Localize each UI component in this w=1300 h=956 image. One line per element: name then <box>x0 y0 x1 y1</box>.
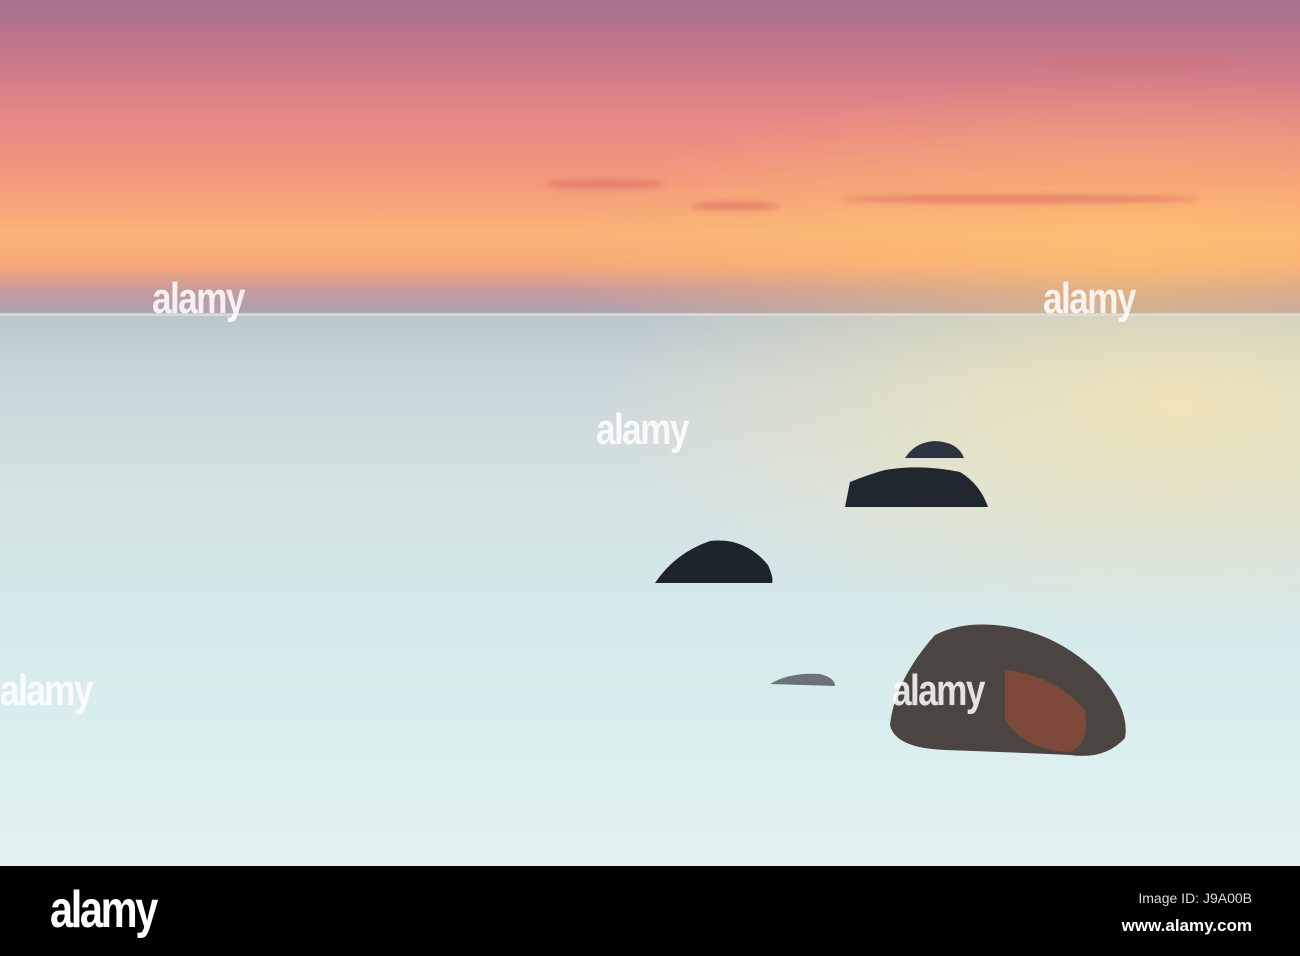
rock-mid <box>845 467 988 507</box>
cloud <box>545 180 665 188</box>
watermark: alamy <box>152 274 245 323</box>
watermark: alamy <box>1043 274 1136 323</box>
watermark: alamy <box>0 666 93 715</box>
rock-far <box>905 441 964 458</box>
watermark: alamy <box>596 405 689 454</box>
rock-small <box>770 673 835 686</box>
seascape-photo: alamy alamy alamy alamy alamy <box>0 0 1300 866</box>
cloud <box>840 195 1200 203</box>
rock-left <box>655 540 773 583</box>
alamy-logo: alamy <box>50 881 158 939</box>
cloud <box>690 202 780 210</box>
sky-glow <box>500 60 1300 320</box>
footer-bar: alamy Image ID: J9A00B www.alamy.com <box>0 866 1300 956</box>
image-id: Image ID: J9A00B <box>1138 890 1252 906</box>
watermark: alamy <box>892 666 985 715</box>
site-url: www.alamy.com <box>1121 916 1252 935</box>
cloud <box>1030 60 1250 68</box>
